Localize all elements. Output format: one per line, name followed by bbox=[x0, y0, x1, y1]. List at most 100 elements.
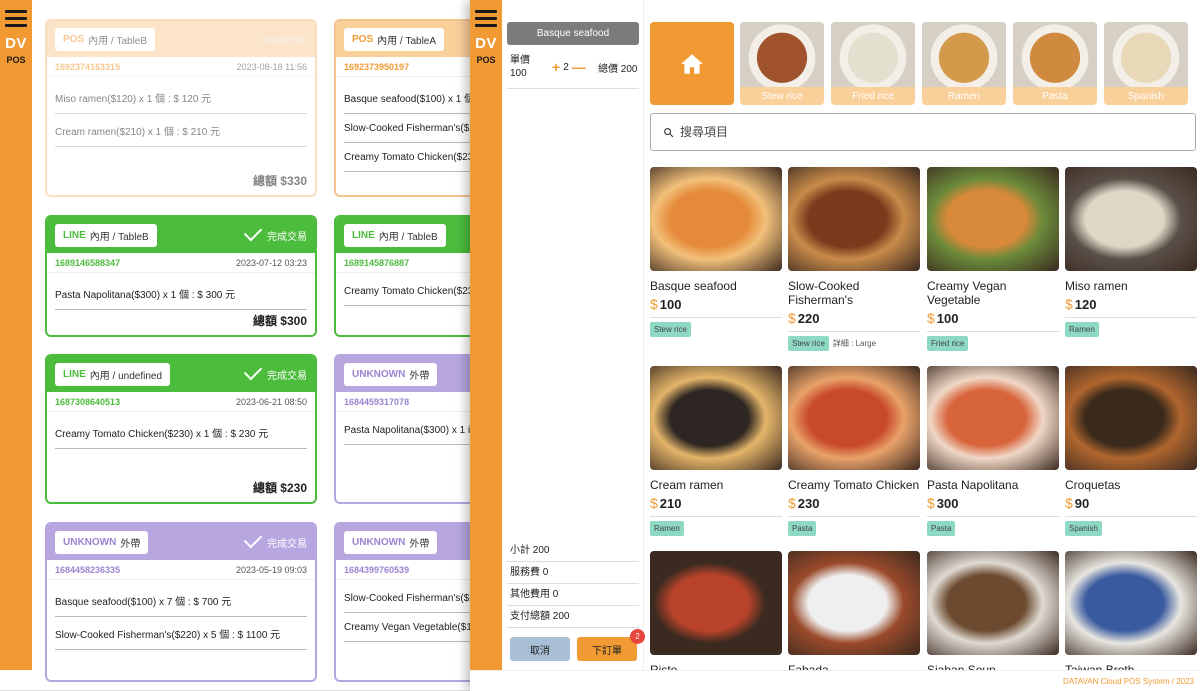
home-category-button[interactable] bbox=[650, 22, 734, 105]
product-image bbox=[1065, 167, 1197, 271]
order-number: 1684458236335 bbox=[55, 564, 121, 575]
product-image bbox=[1065, 551, 1197, 655]
order-card[interactable]: UNKNOWN 外帶 1684459317078 Pasta Napolitana… bbox=[334, 354, 470, 504]
category-tile[interactable]: Ramen bbox=[922, 22, 1006, 105]
product-category-tag: Ramen bbox=[650, 521, 684, 536]
product-image bbox=[650, 167, 782, 271]
product-card[interactable]: Miso ramen $120 Ramen bbox=[1065, 167, 1197, 337]
search-input[interactable] bbox=[680, 125, 1160, 139]
footer: DATAVAN Cloud POS System / 2023 bbox=[470, 670, 1200, 691]
product-price: $230 bbox=[788, 495, 920, 511]
product-card[interactable]: Croquetas $90 Spanish bbox=[1065, 366, 1197, 536]
order-items: Creamy Tomato Chicken($230) x 1 個 : $ 23… bbox=[47, 412, 315, 449]
order-time: 2023-05-19 09:03 bbox=[235, 564, 307, 575]
product-card[interactable]: Creamy Vegan Vegetable $100 Fried rice bbox=[927, 167, 1059, 351]
order-source-tag: POS 內用 / TableB bbox=[55, 27, 156, 51]
order-item: Miso ramen($120) x 1 個 : $ 120 元 bbox=[55, 81, 307, 114]
product-image bbox=[788, 551, 920, 655]
order-items: Pasta Napolitana($300) x 1 個 : $ 300 元 bbox=[47, 273, 315, 310]
category-tile[interactable]: Stew rice bbox=[740, 22, 824, 105]
order-card[interactable]: POS 內用 / TableA 1692373950197 Basque seaf… bbox=[334, 19, 470, 197]
order-item: Cream ramen($210) x 1 個 : $ 210 元 bbox=[55, 114, 307, 147]
order-number: 1687308640513 bbox=[55, 396, 121, 407]
category-tile[interactable]: Spanish bbox=[1104, 22, 1188, 105]
order-status-label: 完成交易 bbox=[267, 231, 307, 243]
order-status: 完成交易 bbox=[243, 222, 307, 243]
order-card[interactable]: POS 內用 / TableB 已完成交易 1692374163315 2023-0… bbox=[45, 19, 317, 197]
product-name: Croquetas bbox=[1065, 478, 1121, 492]
product-name: Creamy Vegan Vegetable bbox=[927, 279, 1007, 307]
order-items: Basque seafood($100) x 7 個 : $ 700 元 Slo… bbox=[47, 580, 315, 650]
order-status-label: 完成交易 bbox=[267, 370, 307, 382]
order-source-tag: LINE 內用 / undefined bbox=[55, 362, 171, 386]
dollar-icon: $ bbox=[788, 310, 796, 326]
product-card[interactable]: Cream ramen $210 Ramen bbox=[650, 366, 782, 536]
product-card[interactable]: Risto bbox=[650, 551, 782, 670]
category-label: Spanish bbox=[1104, 87, 1188, 105]
product-price-value: 120 bbox=[1074, 297, 1097, 312]
order-total: 總額 $300 bbox=[252, 314, 307, 328]
order-source: POS bbox=[352, 33, 374, 45]
order-card-header: LINE 內用 / TableB 完成交易 bbox=[47, 217, 315, 253]
product-card[interactable]: Creamy Tomato Chicken $230 Pasta bbox=[788, 366, 920, 536]
product-category-tag: Pasta bbox=[927, 521, 956, 536]
order-source: LINE bbox=[63, 368, 86, 380]
order-number: 1689145876887 bbox=[344, 257, 410, 268]
cart-divider bbox=[507, 88, 639, 89]
order-item: Slow-Cooked Fisherman's($2 bbox=[344, 584, 470, 613]
product-name: Creamy Tomato Chicken bbox=[788, 478, 920, 492]
order-number: 1684399760539 bbox=[344, 564, 410, 575]
order-card-header: UNKNOWN 外帶 bbox=[336, 356, 470, 392]
category-tile[interactable]: Pasta bbox=[1013, 22, 1097, 105]
brand-subtitle: POS bbox=[6, 55, 26, 65]
order-item: Creamy Tomato Chicken($23 bbox=[344, 143, 470, 172]
product-name: Cream ramen bbox=[650, 478, 724, 492]
decrease-qty-button[interactable]: — bbox=[572, 59, 586, 75]
product-image bbox=[927, 167, 1059, 271]
order-card[interactable]: UNKNOWN 外帶 1684399760539 Slow-Cooked Fish… bbox=[334, 522, 470, 682]
product-card[interactable]: Taiwan Broth bbox=[1065, 551, 1197, 670]
category-label: Pasta bbox=[1013, 87, 1097, 105]
order-time: 2023-07-12 03:23 bbox=[235, 257, 307, 268]
order-items: Creamy Tomato Chicken($23 bbox=[336, 273, 470, 306]
product-image bbox=[927, 551, 1059, 655]
product-tags: Ramen bbox=[1065, 322, 1197, 337]
product-card[interactable]: Slow-Cooked Fisherman's $220 Stew rice 詳細 :… bbox=[788, 167, 920, 351]
order-table: 內用 / TableA bbox=[377, 35, 437, 47]
order-source: LINE bbox=[352, 229, 375, 241]
menu-icon[interactable] bbox=[475, 10, 497, 27]
category-tile[interactable]: Fried rice bbox=[831, 22, 915, 105]
cart-unit-price: 單價 100 bbox=[510, 54, 530, 80]
order-meta: 1684459317078 bbox=[336, 392, 470, 412]
cancel-button[interactable]: 取消 bbox=[510, 637, 570, 661]
product-image bbox=[1065, 366, 1197, 470]
order-item: Slow-Cooked Fisherman's($2 bbox=[344, 114, 470, 143]
order-card[interactable]: LINE 內用 / TableB 1689145876887 Creamy Tom… bbox=[334, 215, 470, 337]
increase-qty-button[interactable]: + bbox=[552, 59, 560, 75]
dollar-icon: $ bbox=[927, 495, 935, 511]
order-time: 2023-06-21 08:50 bbox=[235, 396, 307, 407]
order-card[interactable]: LINE 內用 / undefined 完成交易 1687308640513 202… bbox=[45, 354, 317, 504]
cart-item-title[interactable]: Basque seafood bbox=[507, 22, 639, 45]
order-total: 總額 $330 bbox=[252, 174, 307, 188]
place-order-button[interactable]: 下訂單 bbox=[577, 637, 637, 661]
product-card[interactable]: Pasta Napolitana $300 Pasta bbox=[927, 366, 1059, 536]
service-fee: 服務費 0 bbox=[507, 562, 639, 584]
menu-icon[interactable] bbox=[5, 10, 27, 27]
orders-board: POS 內用 / TableB 已完成交易 1692374163315 2023-0… bbox=[32, 0, 470, 682]
product-category-tag: Spanish bbox=[1065, 521, 1102, 536]
sidebar: DV POS bbox=[0, 0, 32, 670]
product-tags: Pasta bbox=[788, 521, 920, 536]
product-category-tag: Pasta bbox=[788, 521, 817, 536]
product-card[interactable]: Basque seafood $100 Stew rice bbox=[650, 167, 782, 337]
check-icon bbox=[243, 529, 263, 549]
order-source-tag: UNKNOWN 外帶 bbox=[344, 362, 438, 386]
cart-panel: Basque seafood 單價 100 + 2 — 總價 200 小計 20… bbox=[502, 0, 645, 670]
order-card[interactable]: LINE 內用 / TableB 完成交易 1689146588347 2023-0… bbox=[45, 215, 317, 337]
order-item: Creamy Tomato Chicken($23 bbox=[344, 277, 470, 306]
order-card[interactable]: UNKNOWN 外帶 完成交易 1684458236335 2023-05-19 0… bbox=[45, 522, 317, 682]
product-price-value: 220 bbox=[797, 311, 820, 326]
product-divider bbox=[927, 516, 1059, 517]
product-card[interactable]: Fabada bbox=[788, 551, 920, 670]
product-card[interactable]: Siaban Soup bbox=[927, 551, 1059, 670]
